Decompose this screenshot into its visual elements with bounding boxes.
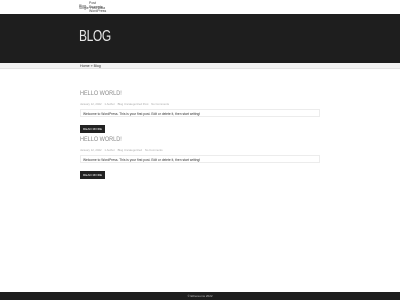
post-categories[interactable]: Blog Uncategorized — [118, 148, 142, 152]
page-title: BLOG — [79, 28, 111, 45]
post-categories[interactable]: Blog Uncategorized Post — [118, 102, 149, 106]
post-meta: January 12, 2022 1 Author Blog Uncategor… — [80, 102, 320, 106]
post-excerpt: Welcome to WordPress. This is your first… — [80, 109, 320, 117]
post-date[interactable]: January 12, 2022 — [80, 102, 102, 106]
breadcrumb-home-link[interactable]: Home — [80, 64, 90, 68]
breadcrumb-current: Blog — [93, 63, 101, 68]
post-meta: January 12, 2022 1 Author Blog Uncategor… — [80, 148, 320, 152]
post-title-link[interactable]: HELLO WORLD! — [80, 136, 122, 143]
top-menu: Blog Post Example WordPress Single Post … — [79, 1, 106, 14]
post-date[interactable]: January 12, 2022 — [80, 148, 102, 152]
menu-item-single-post[interactable]: Single Post Data — [79, 6, 105, 10]
breadcrumb: Home»Blog — [80, 64, 101, 68]
post-card: HELLO WORLD! January 12, 2022 1 Author B… — [80, 128, 320, 181]
page-footer: © Ethereums 2022 — [0, 292, 400, 300]
post-comments[interactable]: No Comments — [151, 102, 169, 106]
post-author[interactable]: 1 Author — [104, 102, 114, 106]
post-comments[interactable]: No Comments — [145, 148, 163, 152]
breadcrumb-bar: Home»Blog — [0, 63, 400, 69]
post-title-link[interactable]: HELLO WORLD! — [80, 90, 122, 97]
read-more-button[interactable]: READ MORE — [80, 171, 106, 179]
breadcrumb-separator: » — [90, 63, 93, 68]
page-header: BLOG — [0, 14, 400, 63]
post-author[interactable]: 1 Author — [104, 148, 114, 152]
post-excerpt: Welcome to WordPress. This is your first… — [80, 155, 320, 163]
footer-copyright: © Ethereums 2022 — [187, 294, 213, 299]
